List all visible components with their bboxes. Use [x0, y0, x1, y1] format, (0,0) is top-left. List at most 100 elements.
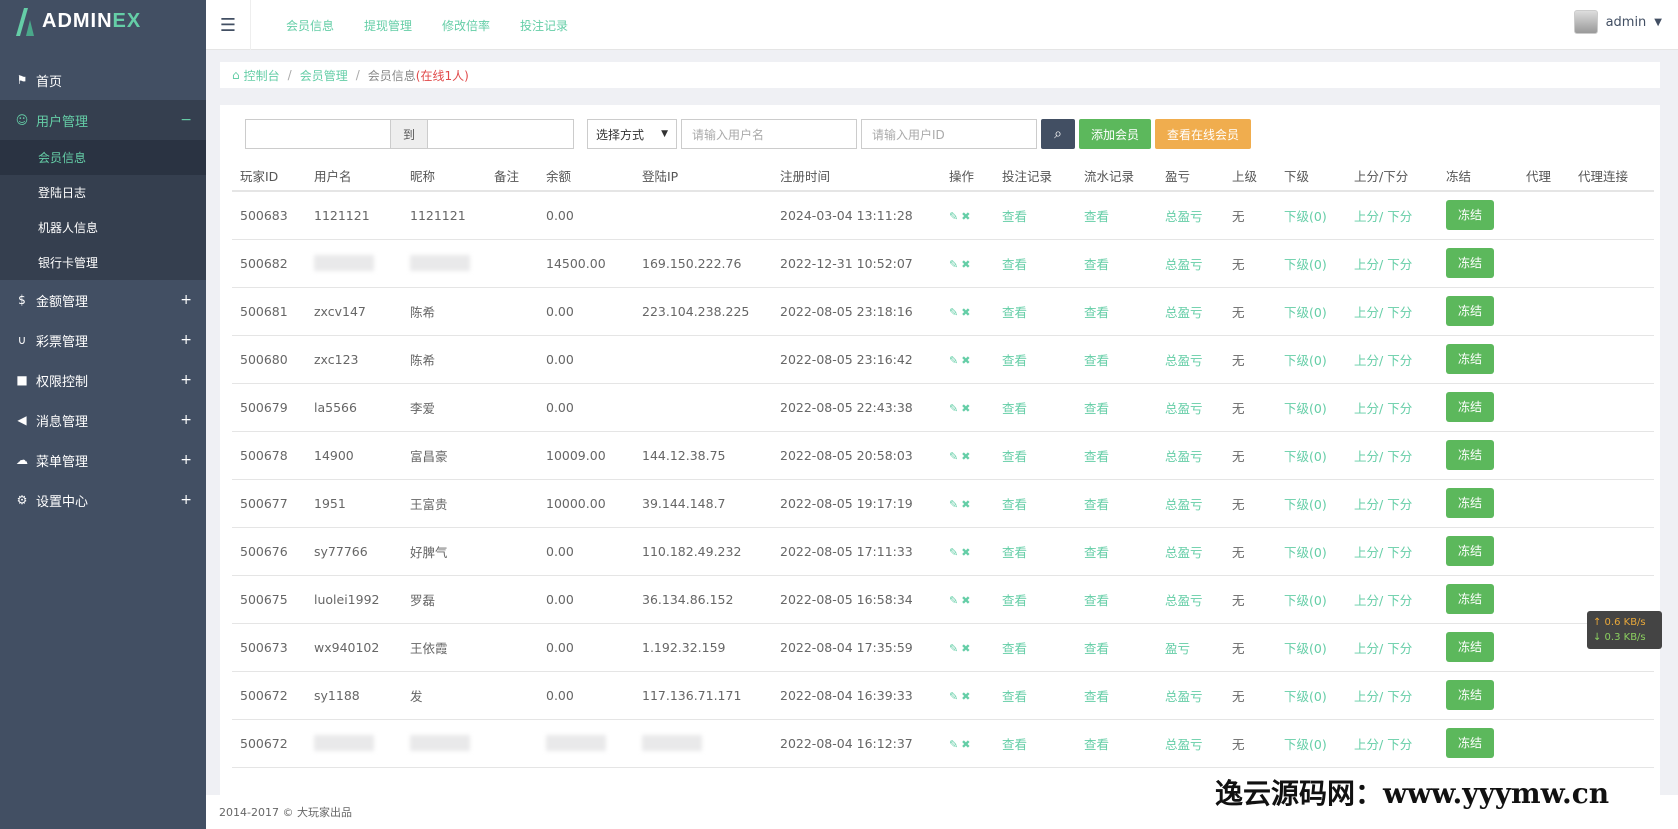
bet-records-link[interactable]: 查看: [1002, 209, 1027, 224]
freeze-button[interactable]: 冻结: [1446, 680, 1494, 710]
profit-loss-link[interactable]: 总盈亏: [1165, 737, 1203, 752]
delete-icon[interactable]: ✖: [961, 354, 970, 367]
edit-icon[interactable]: ✎: [949, 258, 958, 271]
flow-records-link[interactable]: 查看: [1084, 449, 1109, 464]
credit-up-link[interactable]: 上分: [1354, 545, 1379, 560]
bet-records-link[interactable]: 查看: [1002, 305, 1027, 320]
profit-loss-link[interactable]: 总盈亏: [1165, 305, 1203, 320]
edit-icon[interactable]: ✎: [949, 594, 958, 607]
flow-records-link[interactable]: 查看: [1084, 209, 1109, 224]
breadcrumb-member-management[interactable]: 会员管理: [300, 67, 348, 84]
bet-records-link[interactable]: 查看: [1002, 449, 1027, 464]
top-link-withdraw[interactable]: 提现管理: [364, 17, 412, 34]
credit-down-link[interactable]: 下分: [1387, 209, 1412, 224]
children-link[interactable]: 下级(0): [1284, 353, 1327, 368]
freeze-button[interactable]: 冻结: [1446, 296, 1494, 326]
flow-records-link[interactable]: 查看: [1084, 497, 1109, 512]
sidebar-item-user-management[interactable]: ☺ 用户管理 −: [0, 100, 206, 140]
profit-loss-link[interactable]: 总盈亏: [1165, 449, 1203, 464]
bet-records-link[interactable]: 查看: [1002, 257, 1027, 272]
bet-records-link[interactable]: 查看: [1002, 545, 1027, 560]
date-from-input[interactable]: [245, 119, 391, 149]
flow-records-link[interactable]: 查看: [1084, 641, 1109, 656]
credit-down-link[interactable]: 下分: [1387, 401, 1412, 416]
edit-icon[interactable]: ✎: [949, 306, 958, 319]
sidebar-item-lottery[interactable]: ∪ 彩票管理 +: [0, 320, 206, 360]
flow-records-link[interactable]: 查看: [1084, 305, 1109, 320]
sidebar-item-settings[interactable]: ⚙ 设置中心 +: [0, 480, 206, 520]
flow-records-link[interactable]: 查看: [1084, 401, 1109, 416]
top-link-member-info[interactable]: 会员信息: [286, 17, 334, 34]
freeze-button[interactable]: 冻结: [1446, 248, 1494, 278]
credit-up-link[interactable]: 上分: [1354, 449, 1379, 464]
credit-up-link[interactable]: 上分: [1354, 209, 1379, 224]
delete-icon[interactable]: ✖: [961, 210, 970, 223]
top-link-bet-records[interactable]: 投注记录: [520, 17, 568, 34]
profit-loss-link[interactable]: 总盈亏: [1165, 593, 1203, 608]
bet-records-link[interactable]: 查看: [1002, 497, 1027, 512]
children-link[interactable]: 下级(0): [1284, 689, 1327, 704]
menu-toggle-icon[interactable]: ☰: [206, 0, 251, 50]
freeze-button[interactable]: 冻结: [1446, 536, 1494, 566]
bet-records-link[interactable]: 查看: [1002, 593, 1027, 608]
children-link[interactable]: 下级(0): [1284, 305, 1327, 320]
date-to-input[interactable]: [427, 119, 574, 149]
flow-records-link[interactable]: 查看: [1084, 545, 1109, 560]
children-link[interactable]: 下级(0): [1284, 545, 1327, 560]
method-select[interactable]: 选择方式 ▼: [587, 119, 677, 149]
credit-down-link[interactable]: 下分: [1387, 641, 1412, 656]
flow-records-link[interactable]: 查看: [1084, 353, 1109, 368]
edit-icon[interactable]: ✎: [949, 498, 958, 511]
edit-icon[interactable]: ✎: [949, 402, 958, 415]
bet-records-link[interactable]: 查看: [1002, 353, 1027, 368]
expand-icon[interactable]: +: [180, 492, 192, 508]
credit-up-link[interactable]: 上分: [1354, 737, 1379, 752]
flow-records-link[interactable]: 查看: [1084, 737, 1109, 752]
edit-icon[interactable]: ✎: [949, 642, 958, 655]
top-link-change-rate[interactable]: 修改倍率: [442, 17, 490, 34]
credit-down-link[interactable]: 下分: [1387, 353, 1412, 368]
children-link[interactable]: 下级(0): [1284, 593, 1327, 608]
delete-icon[interactable]: ✖: [961, 450, 970, 463]
breadcrumb-home[interactable]: 控制台: [244, 67, 280, 84]
expand-icon[interactable]: +: [180, 332, 192, 348]
credit-up-link[interactable]: 上分: [1354, 401, 1379, 416]
view-online-members-button[interactable]: 查看在线会员: [1155, 119, 1251, 149]
username-search-input[interactable]: 请输入用户名: [681, 119, 857, 149]
children-link[interactable]: 下级(0): [1284, 641, 1327, 656]
children-link[interactable]: 下级(0): [1284, 257, 1327, 272]
sidebar-subitem-robot-info[interactable]: 机器人信息: [0, 210, 206, 245]
edit-icon[interactable]: ✎: [949, 210, 958, 223]
credit-down-link[interactable]: 下分: [1387, 737, 1412, 752]
credit-up-link[interactable]: 上分: [1354, 593, 1379, 608]
search-button[interactable]: ⌕: [1041, 119, 1075, 149]
flow-records-link[interactable]: 查看: [1084, 257, 1109, 272]
userid-search-input[interactable]: 请输入用户ID: [861, 119, 1037, 149]
profit-loss-link[interactable]: 盈亏: [1165, 641, 1190, 656]
expand-icon[interactable]: +: [180, 372, 192, 388]
add-member-button[interactable]: 添加会员: [1079, 119, 1151, 149]
app-logo[interactable]: ADMIN EX: [0, 0, 206, 42]
delete-icon[interactable]: ✖: [961, 738, 970, 751]
freeze-button[interactable]: 冻结: [1446, 632, 1494, 662]
freeze-button[interactable]: 冻结: [1446, 440, 1494, 470]
credit-down-link[interactable]: 下分: [1387, 449, 1412, 464]
sidebar-item-message[interactable]: ◀ 消息管理 +: [0, 400, 206, 440]
sidebar-item-money[interactable]: $ 金额管理 +: [0, 280, 206, 320]
sidebar-subitem-login-log[interactable]: 登陆日志: [0, 175, 206, 210]
sidebar-item-menu[interactable]: ☁ 菜单管理 +: [0, 440, 206, 480]
collapse-icon[interactable]: −: [180, 112, 192, 128]
credit-down-link[interactable]: 下分: [1387, 305, 1412, 320]
user-menu[interactable]: admin ▼: [1573, 10, 1662, 34]
edit-icon[interactable]: ✎: [949, 546, 958, 559]
flow-records-link[interactable]: 查看: [1084, 593, 1109, 608]
sidebar-subitem-bank-card[interactable]: 银行卡管理: [0, 245, 206, 280]
profit-loss-link[interactable]: 总盈亏: [1165, 689, 1203, 704]
delete-icon[interactable]: ✖: [961, 258, 970, 271]
delete-icon[interactable]: ✖: [961, 498, 970, 511]
credit-up-link[interactable]: 上分: [1354, 641, 1379, 656]
profit-loss-link[interactable]: 总盈亏: [1165, 545, 1203, 560]
profit-loss-link[interactable]: 总盈亏: [1165, 353, 1203, 368]
delete-icon[interactable]: ✖: [961, 546, 970, 559]
bet-records-link[interactable]: 查看: [1002, 401, 1027, 416]
